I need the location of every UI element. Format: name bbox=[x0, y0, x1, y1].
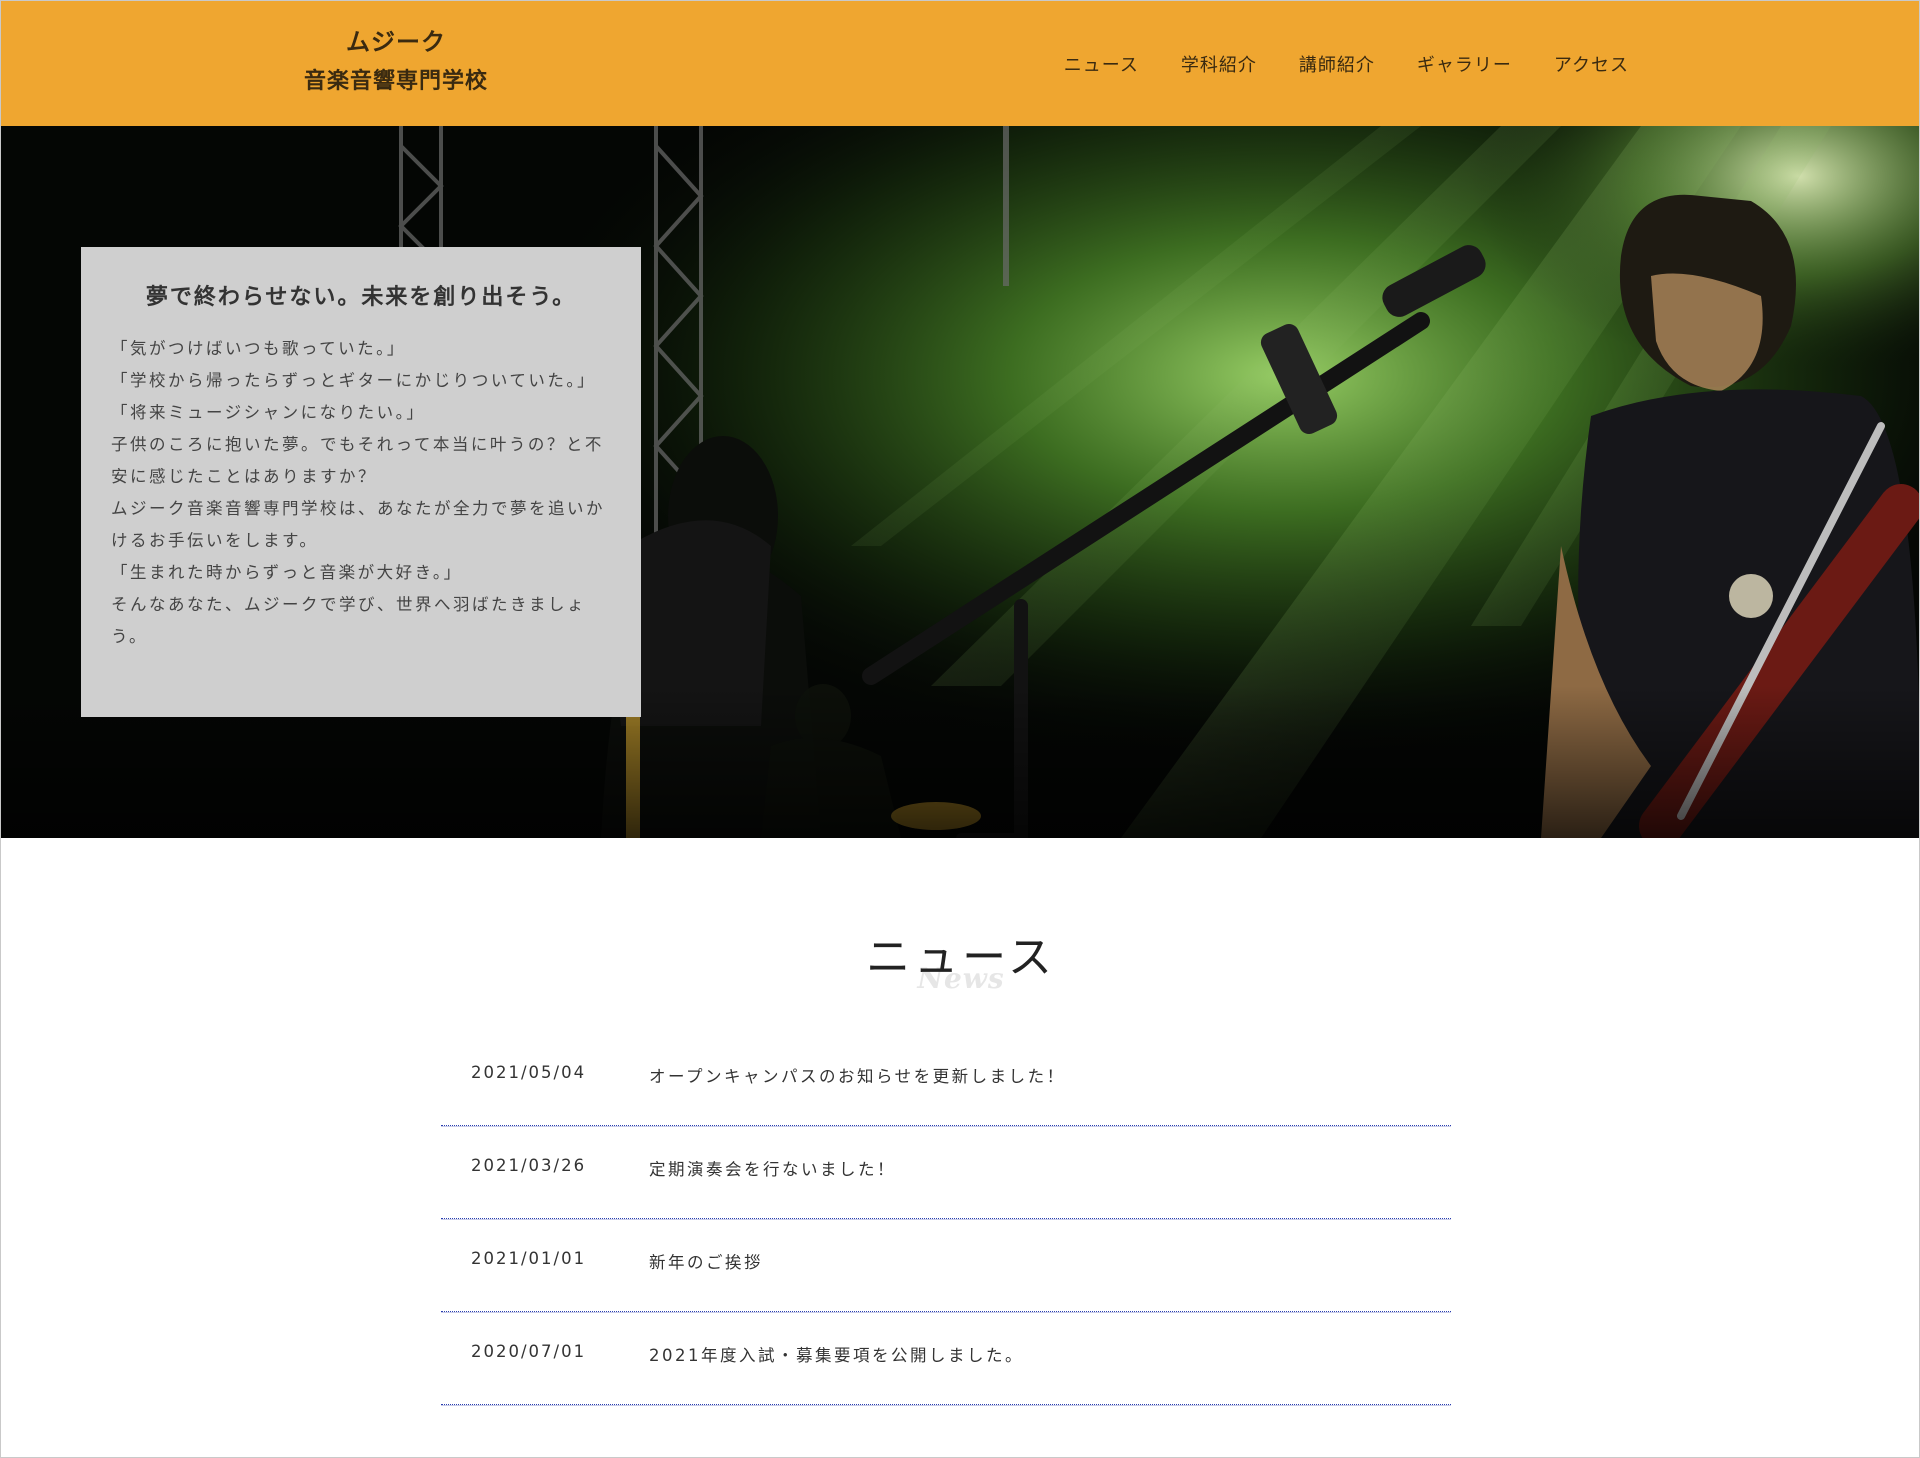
site-logo[interactable]: ムジーク 音楽音響専門学校 bbox=[281, 25, 511, 101]
news-title[interactable]: 2021年度入試・募集要項を公開しました。 bbox=[649, 1342, 1024, 1366]
news-date: 2021/03/26 bbox=[471, 1156, 587, 1175]
news-item[interactable]: 2021/01/01 新年のご挨拶 bbox=[441, 1219, 1451, 1313]
hero-section: 夢で終わらせない。未来を創り出そう。 「気がつけばいつも歌っていた。」 「学校か… bbox=[1, 126, 1919, 838]
news-date: 2021/01/01 bbox=[471, 1249, 587, 1268]
news-section: News ニュース 2021/05/04 オープンキャンパスのお知らせを更新しま… bbox=[1, 838, 1919, 1457]
news-heading: ニュース bbox=[866, 932, 1056, 983]
hero-message-box: 夢で終わらせない。未来を創り出そう。 「気がつけばいつも歌っていた。」 「学校か… bbox=[81, 247, 641, 717]
nav-item-departments[interactable]: 学科紹介 bbox=[1181, 51, 1257, 77]
news-date: 2021/05/04 bbox=[471, 1063, 587, 1082]
news-item[interactable]: 2021/03/26 定期演奏会を行ないました！ bbox=[441, 1126, 1451, 1220]
page: ムジーク 音楽音響専門学校 ニュース 学科紹介 講師紹介 ギャラリー アクセス bbox=[0, 0, 1920, 1458]
nav-item-instructors[interactable]: 講師紹介 bbox=[1299, 51, 1375, 77]
nav-item-gallery[interactable]: ギャラリー bbox=[1417, 51, 1512, 77]
news-heading-block: News ニュース bbox=[1, 930, 1919, 1000]
news-title[interactable]: 新年のご挨拶 bbox=[649, 1249, 763, 1273]
news-item[interactable]: 2020/07/01 2021年度入試・募集要項を公開しました。 bbox=[441, 1312, 1451, 1406]
logo-brand-name: ムジーク bbox=[346, 28, 446, 56]
news-title[interactable]: オープンキャンパスのお知らせを更新しました！ bbox=[649, 1063, 1066, 1087]
hero-text: 「気がつけばいつも歌っていた。」 「学校から帰ったらずっとギターにかじりついてい… bbox=[111, 339, 605, 646]
nav-item-news[interactable]: ニュース bbox=[1064, 51, 1139, 77]
hero-title: 夢で終わらせない。未来を創り出そう。 bbox=[145, 285, 577, 310]
main-nav: ニュース 学科紹介 講師紹介 ギャラリー アクセス bbox=[1064, 1, 1629, 126]
site-header: ムジーク 音楽音響専門学校 ニュース 学科紹介 講師紹介 ギャラリー アクセス bbox=[1, 1, 1919, 126]
logo-school-name: 音楽音響専門学校 bbox=[303, 69, 488, 94]
news-item[interactable]: 2021/05/04 オープンキャンパスのお知らせを更新しました！ bbox=[441, 1033, 1451, 1127]
nav-item-access[interactable]: アクセス bbox=[1554, 51, 1629, 77]
news-list: 2021/05/04 オープンキャンパスのお知らせを更新しました！ 2021/0… bbox=[441, 1033, 1451, 1406]
news-date: 2020/07/01 bbox=[471, 1342, 587, 1361]
news-title[interactable]: 定期演奏会を行ないました！ bbox=[649, 1156, 896, 1180]
